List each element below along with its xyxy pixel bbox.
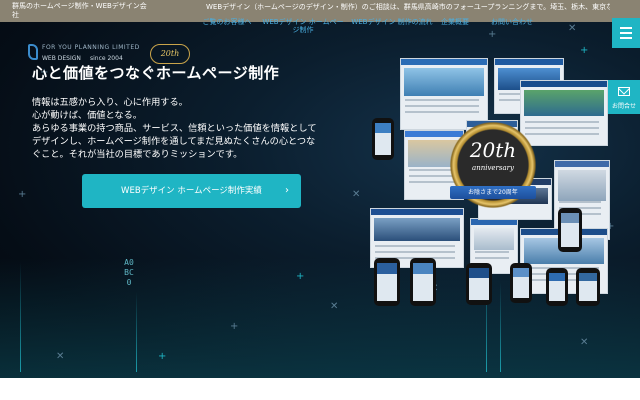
hero-title: 心と価値をつなぐホームページ制作 [32, 64, 280, 82]
nav-item-web-design[interactable]: WEBデザイン ホームページ制作 [260, 18, 346, 34]
cross-decoration: + [580, 45, 589, 56]
vertical-characters: A0BC0 [124, 258, 134, 287]
mockup-phone [372, 118, 394, 160]
anniversary-number: 20th [469, 138, 517, 162]
floating-contact-button[interactable]: お問合せ [608, 80, 640, 114]
cross-decoration: + [18, 189, 27, 200]
nav-item-production-flow[interactable]: WEBデザイン 制作の流れ [350, 18, 434, 26]
cross-decoration: + [296, 271, 305, 282]
hero-section: + + ✕ + ✕ + ✕ ✕ + ✕ + + + ✕ A0BC0 FOR YO… [0, 22, 640, 378]
cross-decoration: ✕ [352, 189, 361, 200]
mockup-phone [466, 263, 492, 305]
anniversary-word: anniversary [472, 164, 514, 172]
glow-line [20, 262, 21, 372]
logo-mark-icon [28, 44, 38, 60]
hamburger-icon [620, 27, 632, 29]
main-nav: ご覧のお客様へ WEBデザイン ホームページ制作 WEBデザイン 制作の流れ 企… [0, 18, 640, 48]
chevron-right-icon: › [285, 185, 289, 196]
cross-decoration: + [158, 351, 167, 362]
nav-item-contact[interactable]: お問い合わせ [488, 18, 536, 26]
hamburger-icon [620, 37, 632, 39]
hamburger-menu-button[interactable] [612, 18, 640, 48]
site-description: WEBデザイン（ホームページのデザイン・制作）のご相談は、群馬県高崎市のフォーユ… [206, 3, 610, 11]
hero-body-line: ぐこと。それが当社の目標でありミッションです。 [32, 149, 243, 160]
mockup-phone [546, 268, 568, 306]
mockup-phone [374, 258, 400, 306]
anniversary-badge: 20th anniversary お陰さまで20周年 [448, 120, 538, 210]
page-bottom [0, 378, 640, 400]
contact-tab-label: お問合せ [611, 103, 636, 110]
hero-body-line: あらゆる事業の持つ商品、サービス、信頼といった価値を情報として [32, 123, 317, 134]
cta-label: WEBデザイン ホームページ制作実績 [121, 186, 262, 196]
anniversary-ribbon: お陰さまで20周年 [450, 186, 536, 199]
mail-icon [618, 87, 630, 96]
hero-body-line: デザインし、ホームページ制作を通してまだ見ぬたくさんの心とつな [32, 136, 316, 147]
logo-subtitle: WEB DESIGN [42, 55, 81, 62]
mockup-phone [410, 258, 436, 306]
mockup-phone [510, 263, 532, 303]
logo-company-name: FOR YOU PLANNING LIMITED [42, 44, 140, 51]
cross-decoration: + [230, 321, 239, 332]
hero-body-line: 情報は五感から入り、心に作用する。 [32, 97, 188, 108]
cross-decoration: ✕ [330, 301, 339, 312]
logo-since: since 2004 [90, 55, 123, 62]
logo-20th-badge: 20th [150, 44, 190, 64]
works-cta-button[interactable]: WEBデザイン ホームページ制作実績 › [82, 174, 301, 208]
nav-item-for-visitors[interactable]: ご覧のお客様へ [198, 18, 256, 26]
hero-body: 情報は五感から入り、心に作用する。 心が動けば、価値となる。 あらゆる事業の持つ… [32, 96, 362, 161]
nav-item-company[interactable]: 企業概要 [438, 18, 472, 26]
hamburger-icon [620, 32, 632, 34]
glow-line [136, 292, 137, 372]
cross-decoration: ✕ [56, 351, 65, 362]
mockup-phone [558, 208, 582, 252]
hero-body-line: 心が動けば、価値となる。 [32, 110, 142, 121]
cross-decoration: ✕ [580, 337, 589, 348]
mockup-phone [576, 268, 600, 306]
